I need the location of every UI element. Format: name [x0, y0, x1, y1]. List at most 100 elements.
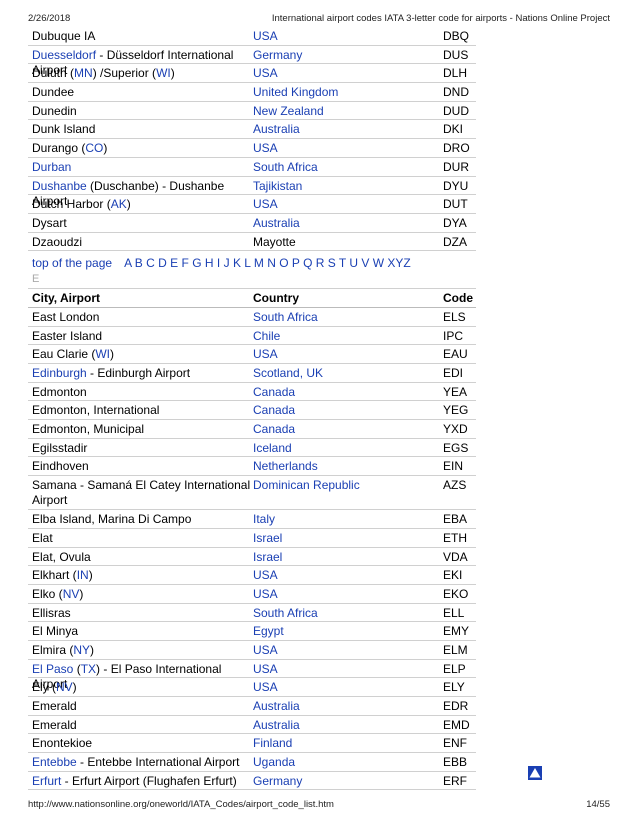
country-cell: USA — [253, 139, 443, 157]
city-cell: Elkhart (IN) — [28, 566, 253, 584]
letter-link[interactable]: R — [316, 256, 325, 270]
letter-link[interactable]: V — [361, 256, 369, 270]
table-row: Emerald Australia EMD — [28, 716, 476, 735]
code-cell: DUS — [443, 47, 469, 62]
country-link[interactable]: USA — [253, 347, 278, 361]
city-link[interactable]: AK — [111, 197, 127, 211]
country-link[interactable]: Egypt — [253, 624, 284, 638]
country-link[interactable]: Tajikistan — [253, 179, 302, 193]
country-link[interactable]: Finland — [253, 736, 292, 750]
letter-link[interactable]: Q — [303, 256, 312, 270]
country-link[interactable]: Canada — [253, 385, 295, 399]
city-link[interactable]: WI — [95, 347, 110, 361]
code-cell: VDA — [443, 549, 468, 564]
country-cell: USA — [253, 585, 443, 603]
country-link[interactable]: Canada — [253, 422, 295, 436]
country-link[interactable]: Scotland, UK — [253, 366, 323, 380]
city-link[interactable]: Edinburgh — [32, 366, 87, 380]
country-link[interactable]: Australia — [253, 122, 300, 136]
city-link[interactable]: NY — [73, 643, 90, 657]
city-link[interactable]: TX — [81, 662, 96, 676]
letter-link[interactable]: P — [292, 256, 300, 270]
table-row: Elat Israel ETH — [28, 529, 476, 548]
letter-link[interactable]: H — [205, 256, 214, 270]
city-cell: Ellisras — [28, 604, 253, 622]
country-link[interactable]: Israel — [253, 550, 282, 564]
country-cell: New Zealand — [253, 102, 443, 120]
city-link[interactable]: El Paso — [32, 662, 73, 676]
city-link[interactable]: Duesseldorf — [32, 48, 96, 62]
header-code: Code — [443, 291, 473, 306]
city-link[interactable]: Dushanbe — [32, 179, 87, 193]
letter-link[interactable]: L — [244, 256, 250, 270]
letter-link[interactable]: K — [233, 256, 241, 270]
letter-link[interactable]: G — [192, 256, 201, 270]
country-link[interactable]: South Africa — [253, 606, 318, 620]
country-link[interactable]: Germany — [253, 48, 302, 62]
letter-link[interactable]: U — [349, 256, 358, 270]
letter-link[interactable]: M — [254, 256, 264, 270]
letter-link[interactable]: W — [373, 256, 384, 270]
country-link[interactable]: Canada — [253, 403, 295, 417]
letter-link[interactable]: F — [182, 256, 189, 270]
city-link[interactable]: NV — [63, 587, 80, 601]
arrow-up-icon[interactable] — [528, 766, 542, 780]
city-link[interactable]: NV — [56, 680, 73, 694]
country-link[interactable]: USA — [253, 680, 278, 694]
country-link[interactable]: Australia — [253, 699, 300, 713]
code-cell: DUD — [443, 103, 469, 118]
country-link[interactable]: Italy — [253, 512, 275, 526]
letter-link[interactable]: O — [279, 256, 288, 270]
letter-link[interactable]: S — [328, 256, 336, 270]
country-link[interactable]: USA — [253, 568, 278, 582]
country-link[interactable]: USA — [253, 197, 278, 211]
code-cell: YEG — [443, 403, 469, 418]
letter-link[interactable]: B — [135, 256, 143, 270]
city-link[interactable]: MN — [74, 66, 93, 80]
letter-link[interactable]: N — [267, 256, 276, 270]
country-link[interactable]: USA — [253, 587, 278, 601]
country-link[interactable]: Germany — [253, 774, 302, 788]
country-link[interactable]: USA — [253, 643, 278, 657]
country-cell: Canada — [253, 420, 443, 438]
city-link[interactable]: Durban — [32, 160, 71, 174]
code-cell: DBQ — [443, 29, 470, 43]
country-link[interactable]: South Africa — [253, 160, 318, 174]
letter-link[interactable]: D — [158, 256, 167, 270]
table-row: Dushanbe (Duschanbe) - Dushanbe Airport T… — [28, 177, 476, 208]
city-link[interactable]: CO — [85, 141, 103, 155]
code-cell: DUR — [443, 159, 469, 174]
city-cell: Edmonton, Municipal — [28, 420, 253, 438]
country-link[interactable]: USA — [253, 29, 278, 43]
letter-link[interactable]: E — [170, 256, 178, 270]
country-link[interactable]: Australia — [253, 718, 300, 732]
letter-link[interactable]: XYZ — [387, 256, 410, 270]
city-link[interactable]: Erfurt — [32, 774, 61, 788]
country-link[interactable]: Netherlands — [253, 459, 318, 473]
country-link[interactable]: Australia — [253, 216, 300, 230]
letter-link[interactable]: C — [146, 256, 155, 270]
country-link[interactable]: Uganda — [253, 755, 295, 769]
country-link[interactable]: USA — [253, 662, 278, 676]
country-link[interactable]: Chile — [253, 329, 280, 343]
letter-link[interactable]: I — [217, 256, 220, 270]
letter-link[interactable]: T — [339, 256, 346, 270]
top-of-page-link[interactable]: top of the page — [32, 256, 112, 270]
city-cell: Eindhoven — [28, 457, 253, 475]
table-row: East London South Africa ELS — [28, 308, 476, 327]
country-link[interactable]: Israel — [253, 531, 282, 545]
country-link[interactable]: USA — [253, 66, 278, 80]
letter-link[interactable]: J — [224, 256, 230, 270]
country-link[interactable]: New Zealand — [253, 104, 324, 118]
letter-link[interactable]: A — [124, 256, 131, 270]
country-link[interactable]: South Africa — [253, 310, 318, 324]
city-text: Elmira ( — [32, 642, 74, 657]
city-link[interactable]: IN — [77, 568, 89, 582]
city-link[interactable]: WI — [156, 66, 171, 80]
country-link[interactable]: USA — [253, 141, 278, 155]
city-link[interactable]: Entebbe — [32, 755, 77, 769]
country-link[interactable]: Dominican Republic — [253, 478, 360, 492]
table-row: Durban South Africa DUR — [28, 158, 476, 177]
country-link[interactable]: Iceland — [253, 441, 292, 455]
country-link[interactable]: United Kingdom — [253, 85, 338, 99]
